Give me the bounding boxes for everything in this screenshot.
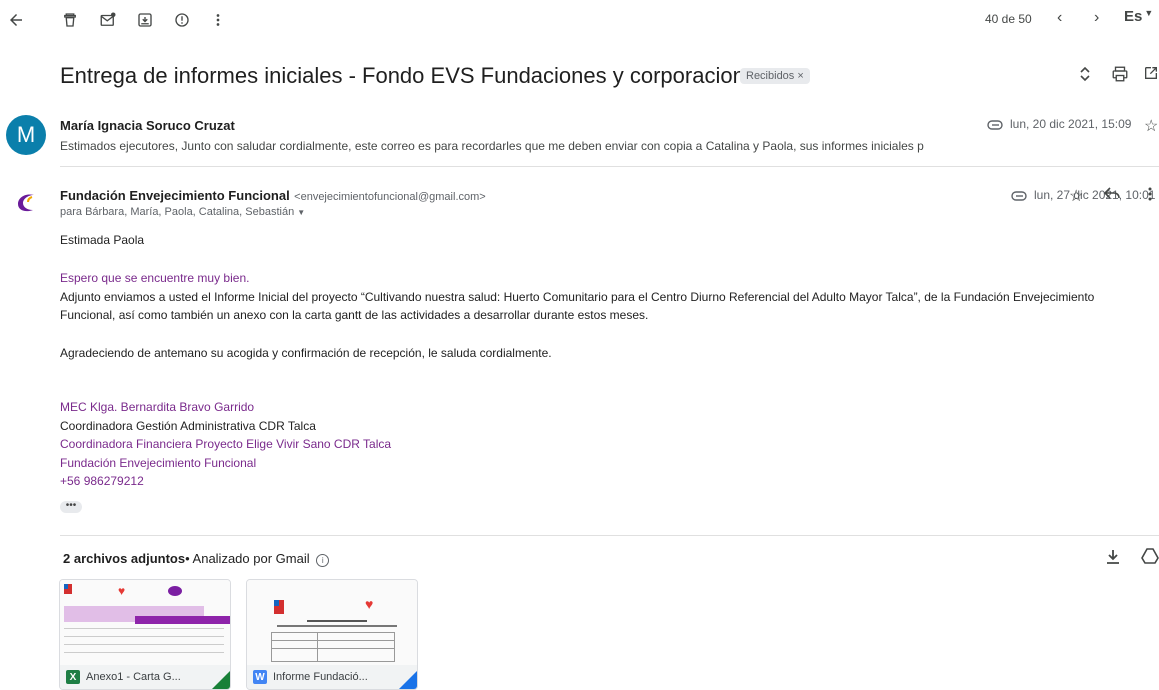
language-selector[interactable]: Es ▼ xyxy=(1124,8,1153,25)
message-date: lun, 20 dic 2021, 15:09 xyxy=(1010,117,1132,131)
message-divider xyxy=(60,166,1159,167)
older-chevron-icon[interactable]: › xyxy=(1094,9,1099,27)
expand-collapse-icon[interactable] xyxy=(1078,65,1092,88)
message-counter: 40 de 50 xyxy=(985,12,1032,26)
heart-logo-icon: ♥ xyxy=(118,584,126,598)
sender-email: <envejecimientofuncional@gmail.com> xyxy=(294,191,486,203)
inbox-label-chip[interactable]: Recibidos × xyxy=(740,68,810,84)
thumbnail-line xyxy=(64,636,224,637)
flag-canton xyxy=(64,584,68,589)
signature-line: Fundación Envejecimiento Funcional xyxy=(60,456,257,470)
word-file-icon: W xyxy=(253,670,267,684)
greeting-text: Estimada Paola xyxy=(60,233,145,247)
sender-name[interactable]: María Ignacia Soruco Cruzat xyxy=(60,118,235,133)
show-trimmed-content-button[interactable]: ••• xyxy=(60,501,82,513)
body-line: Espero que se encuentre muy bien. xyxy=(60,271,250,285)
more-options-icon[interactable] xyxy=(1147,186,1153,207)
thumbnail-line xyxy=(317,632,318,662)
foundation-logo-icon xyxy=(168,586,182,596)
message-date: lun, 27 dic 2021, 10:01 xyxy=(1034,188,1156,202)
back-arrow-icon[interactable] xyxy=(6,10,26,30)
thumbnail-line xyxy=(64,652,224,653)
attachment-thumbnail: ♥ xyxy=(60,580,230,665)
attachment-card-excel[interactable]: ♥ X Anexo1 - Carta G... xyxy=(59,579,231,690)
attachment-filename: Informe Fundació... xyxy=(273,671,368,683)
save-to-drive-icon[interactable] xyxy=(1141,548,1159,569)
thumbnail-line xyxy=(64,628,224,629)
report-spam-icon[interactable] xyxy=(172,10,192,30)
signature-line: Coordinadora Gestión Administrativa CDR … xyxy=(60,419,316,433)
email-subject: Entrega de informes iniciales - Fondo EV… xyxy=(60,63,769,88)
body-line: Funcional, así como también un anexo con… xyxy=(60,308,649,322)
file-corner-icon xyxy=(212,671,230,689)
signature-phone: +56 986279212 xyxy=(60,474,144,488)
recipients-dropdown-icon[interactable]: ▼ xyxy=(297,208,305,217)
thumbnail-header-bar xyxy=(135,616,230,624)
attachments-header: 2 archivos adjuntos• Analizado por Gmail… xyxy=(63,551,330,567)
thumbnail-line xyxy=(64,644,224,645)
mark-unread-icon[interactable] xyxy=(98,10,118,30)
delete-icon[interactable] xyxy=(60,10,80,30)
thumbnail-line xyxy=(271,640,395,641)
attachment-thumbnail: ♥ xyxy=(247,580,417,665)
snooze-icon[interactable] xyxy=(135,10,155,30)
reply-icon[interactable] xyxy=(1103,186,1120,205)
heart-logo-icon: ♥ xyxy=(365,596,374,612)
info-icon[interactable]: i xyxy=(316,554,330,567)
attachment-clip-icon xyxy=(1011,188,1027,206)
attachment-card-word[interactable]: ♥ W Informe Fundació... xyxy=(246,579,418,690)
more-options-icon[interactable] xyxy=(208,10,228,30)
attachment-clip-icon xyxy=(987,117,1003,135)
print-icon[interactable] xyxy=(1111,65,1129,88)
body-line: Adjunto enviamos a usted el Informe Inic… xyxy=(60,290,1095,304)
flag-canton xyxy=(274,600,279,606)
body-line: Agradeciendo de antemano su acogida y co… xyxy=(60,346,552,360)
attachment-footer: W Informe Fundació... xyxy=(247,665,417,689)
star-icon[interactable]: ☆ xyxy=(1069,186,1083,206)
message-snippet[interactable]: Estimados ejecutores, Junto con saludar … xyxy=(60,139,924,153)
dropdown-icon: ▼ xyxy=(1144,8,1154,18)
sender-name[interactable]: Fundación Envejecimiento Funcional xyxy=(60,188,290,203)
sender-logo-icon xyxy=(12,191,38,220)
thumbnail-line xyxy=(271,648,395,649)
attachment-filename: Anexo1 - Carta G... xyxy=(86,671,181,683)
file-corner-icon xyxy=(399,671,417,689)
attachment-footer: X Anexo1 - Carta G... xyxy=(60,665,230,689)
thumbnail-subtitle xyxy=(277,625,397,627)
attachments-count: 2 archivos adjuntos xyxy=(63,551,186,566)
recipients-line[interactable]: para Bárbara, María, Paola, Catalina, Se… xyxy=(60,206,305,218)
scanned-by-gmail: • Analizado por Gmail xyxy=(185,551,310,566)
recipients-text: para Bárbara, María, Paola, Catalina, Se… xyxy=(60,206,295,218)
newer-chevron-icon[interactable]: ‹ xyxy=(1057,9,1062,27)
thumbnail-table xyxy=(271,632,395,662)
excel-file-icon: X xyxy=(66,670,80,684)
thumbnail-title xyxy=(307,620,367,622)
attachments-divider xyxy=(60,535,1159,536)
download-all-icon[interactable] xyxy=(1106,549,1120,570)
star-icon[interactable]: ☆ xyxy=(1144,116,1158,136)
sender-avatar[interactable]: M xyxy=(6,115,46,155)
signature-line: MEC Klga. Bernardita Bravo Garrido xyxy=(60,400,255,414)
signature-line: Coordinadora Financiera Proyecto Elige V… xyxy=(60,437,392,451)
sender-line: Fundación Envejecimiento Funcional <enve… xyxy=(60,187,486,205)
open-new-window-icon[interactable] xyxy=(1143,65,1159,86)
